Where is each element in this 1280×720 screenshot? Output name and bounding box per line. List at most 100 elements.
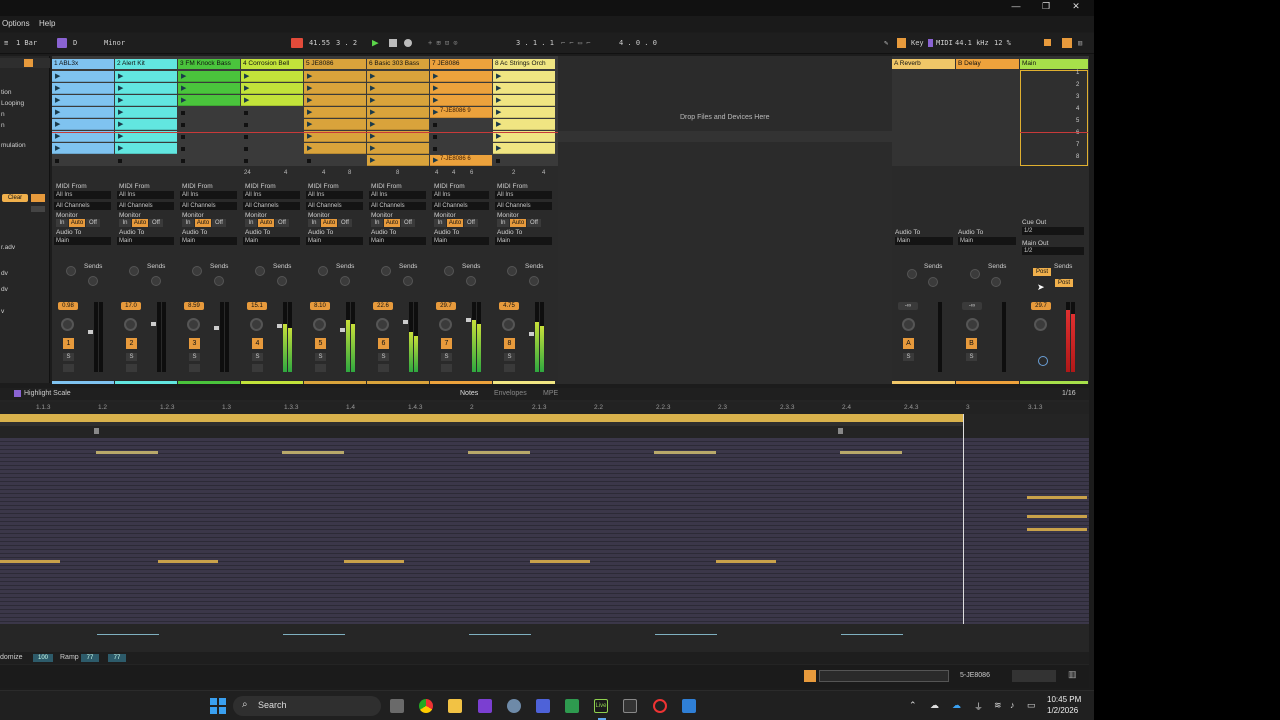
scale-mode-icon[interactable] — [57, 38, 67, 48]
clip-slot[interactable]: ▶ — [115, 83, 177, 94]
send-a-knob[interactable] — [444, 266, 454, 276]
stop-slot-icon[interactable] — [244, 147, 248, 151]
midi-channel-select[interactable]: All Channels — [243, 202, 300, 210]
ramp-start[interactable]: 77 — [81, 654, 99, 662]
clip-launch-icon[interactable]: ▶ — [55, 144, 60, 152]
return-a-send-a-knob[interactable] — [907, 269, 917, 279]
clip-launch-icon[interactable]: ▶ — [496, 132, 501, 140]
cue-out-select[interactable]: 1/2 — [1022, 227, 1084, 235]
monitor-auto-button[interactable]: Auto — [132, 219, 148, 227]
send-b-knob[interactable] — [529, 276, 539, 286]
time-ruler[interactable]: 1.1.3 1.2 1.2.3 1.3 1.3.3 1.4 1.4.3 2 2.1.3 2.2 2.… — [0, 402, 1089, 414]
midi-note[interactable] — [1027, 528, 1087, 531]
track-volume[interactable]: 8.59 — [184, 302, 204, 310]
clip-slot[interactable]: ▶ — [367, 71, 429, 82]
clip-launch-icon[interactable]: ▶ — [370, 132, 375, 140]
track-header-5[interactable]: 5 JE8086 — [304, 59, 366, 69]
clip-launch-icon[interactable]: ▶ — [370, 144, 375, 152]
loop-length-field[interactable]: 4 . 0 . 0 — [619, 39, 657, 47]
clip-launch-icon[interactable]: ▶ — [496, 108, 501, 116]
solo-button[interactable]: S — [189, 353, 200, 361]
midi-from-select[interactable]: All Ins — [306, 191, 363, 199]
velocity-bar[interactable] — [469, 634, 531, 635]
menu-help[interactable]: Help — [39, 19, 55, 28]
pan-knob[interactable] — [376, 318, 389, 331]
stop-slot-icon[interactable] — [307, 159, 311, 163]
track-header-3[interactable]: 3 FM Knock Bass — [178, 59, 240, 69]
clip-launch-icon[interactable]: ▶ — [433, 72, 438, 80]
visual-studio-icon[interactable] — [478, 699, 492, 713]
track-activator[interactable]: 6 — [378, 338, 389, 349]
midi-note[interactable] — [840, 451, 902, 454]
audio-to-select[interactable]: Main — [180, 237, 237, 245]
track-volume[interactable]: 4.75 — [499, 302, 519, 310]
app-icon[interactable] — [536, 699, 550, 713]
monitor-off-button[interactable]: Off — [86, 219, 100, 227]
monitor-in-button[interactable]: In — [56, 219, 68, 227]
app-icon-2[interactable] — [682, 699, 696, 713]
track-header-4[interactable]: 4 Corrosion Bell — [241, 59, 303, 69]
send-b-knob[interactable] — [277, 276, 287, 286]
monitor-in-button[interactable]: In — [497, 219, 509, 227]
monitor-auto-button[interactable]: Auto — [447, 219, 463, 227]
clip-launch-icon[interactable]: ▶ — [433, 108, 438, 116]
clip-slot[interactable]: ▶ — [430, 95, 492, 106]
midi-channel-select[interactable]: All Channels — [306, 202, 363, 210]
track-volume[interactable]: 0.98 — [58, 302, 78, 310]
track-header-1[interactable]: 1 ABL3x — [52, 59, 114, 69]
midi-note[interactable] — [1027, 515, 1087, 518]
midi-note[interactable] — [716, 560, 776, 563]
track-header-6[interactable]: 6 Basic 303 Bass — [367, 59, 429, 69]
post-button[interactable]: Post — [1033, 268, 1051, 276]
return-a-solo[interactable]: S — [903, 353, 914, 361]
clip-launch-icon[interactable]: ▶ — [118, 72, 123, 80]
slider-handle[interactable] — [31, 206, 45, 212]
view-toggle-icon[interactable] — [1062, 38, 1072, 48]
solo-button[interactable]: S — [126, 353, 137, 361]
send-b-knob[interactable] — [340, 276, 350, 286]
clip-launch-icon[interactable]: ▶ — [181, 96, 186, 104]
arm-button[interactable] — [252, 364, 263, 372]
stop-slot-icon[interactable] — [244, 123, 248, 127]
pan-knob[interactable] — [502, 318, 515, 331]
solo-button[interactable]: S — [378, 353, 389, 361]
overdub-icon[interactable]: + ⊞ ⊡ ⊙ — [428, 39, 458, 47]
scene-number[interactable]: 7 — [1076, 142, 1079, 148]
record-icon[interactable] — [404, 39, 412, 47]
clip-launch-icon[interactable]: ▶ — [118, 144, 123, 152]
midi-from-select[interactable]: All Ins — [117, 191, 174, 199]
status-scroll[interactable] — [819, 670, 949, 682]
velocity-bar[interactable] — [841, 634, 903, 635]
clip-launch-icon[interactable]: ▶ — [496, 84, 501, 92]
midi-note[interactable] — [344, 560, 404, 563]
clip-slot[interactable]: ▶ — [493, 143, 555, 154]
clip-slot[interactable]: ▶ — [178, 83, 240, 94]
clip-launch-icon[interactable]: ▶ — [370, 72, 375, 80]
velocity-bar[interactable] — [283, 634, 345, 635]
clip-launch-icon[interactable]: ▶ — [307, 132, 312, 140]
onedrive-icon[interactable]: ☁ — [952, 700, 961, 711]
midi-channel-select[interactable]: All Channels — [495, 202, 552, 210]
monitor-in-button[interactable]: In — [308, 219, 320, 227]
clip-slot[interactable]: ▶ — [367, 155, 429, 166]
solo-button[interactable]: S — [63, 353, 74, 361]
pan-knob[interactable] — [187, 318, 200, 331]
clip-launch-icon[interactable]: ▶ — [118, 120, 123, 128]
clip-launch-icon[interactable]: ▶ — [370, 96, 375, 104]
arm-button[interactable] — [378, 364, 389, 372]
clip-launch-icon[interactable]: ▶ — [181, 72, 186, 80]
tab-notes[interactable]: Notes — [460, 390, 478, 397]
clip-launch-icon[interactable]: ▶ — [118, 108, 123, 116]
clip-slot[interactable]: ▶ — [178, 95, 240, 106]
ableton-live-icon[interactable]: Live — [594, 699, 608, 713]
clip-slot[interactable]: ▶ — [493, 107, 555, 118]
send-a-knob[interactable] — [318, 266, 328, 276]
clear-toggle[interactable] — [31, 194, 45, 202]
global-quantize-select[interactable]: 1 Bar — [16, 39, 37, 47]
key-root-select[interactable]: D — [73, 39, 77, 47]
maximize-button[interactable]: ❐ — [1036, 1, 1056, 13]
scene-number[interactable]: 5 — [1076, 118, 1079, 124]
solo-button[interactable]: S — [252, 353, 263, 361]
clip-launch-icon[interactable]: ▶ — [118, 132, 123, 140]
clip-launch-icon[interactable]: ▶ — [307, 120, 312, 128]
